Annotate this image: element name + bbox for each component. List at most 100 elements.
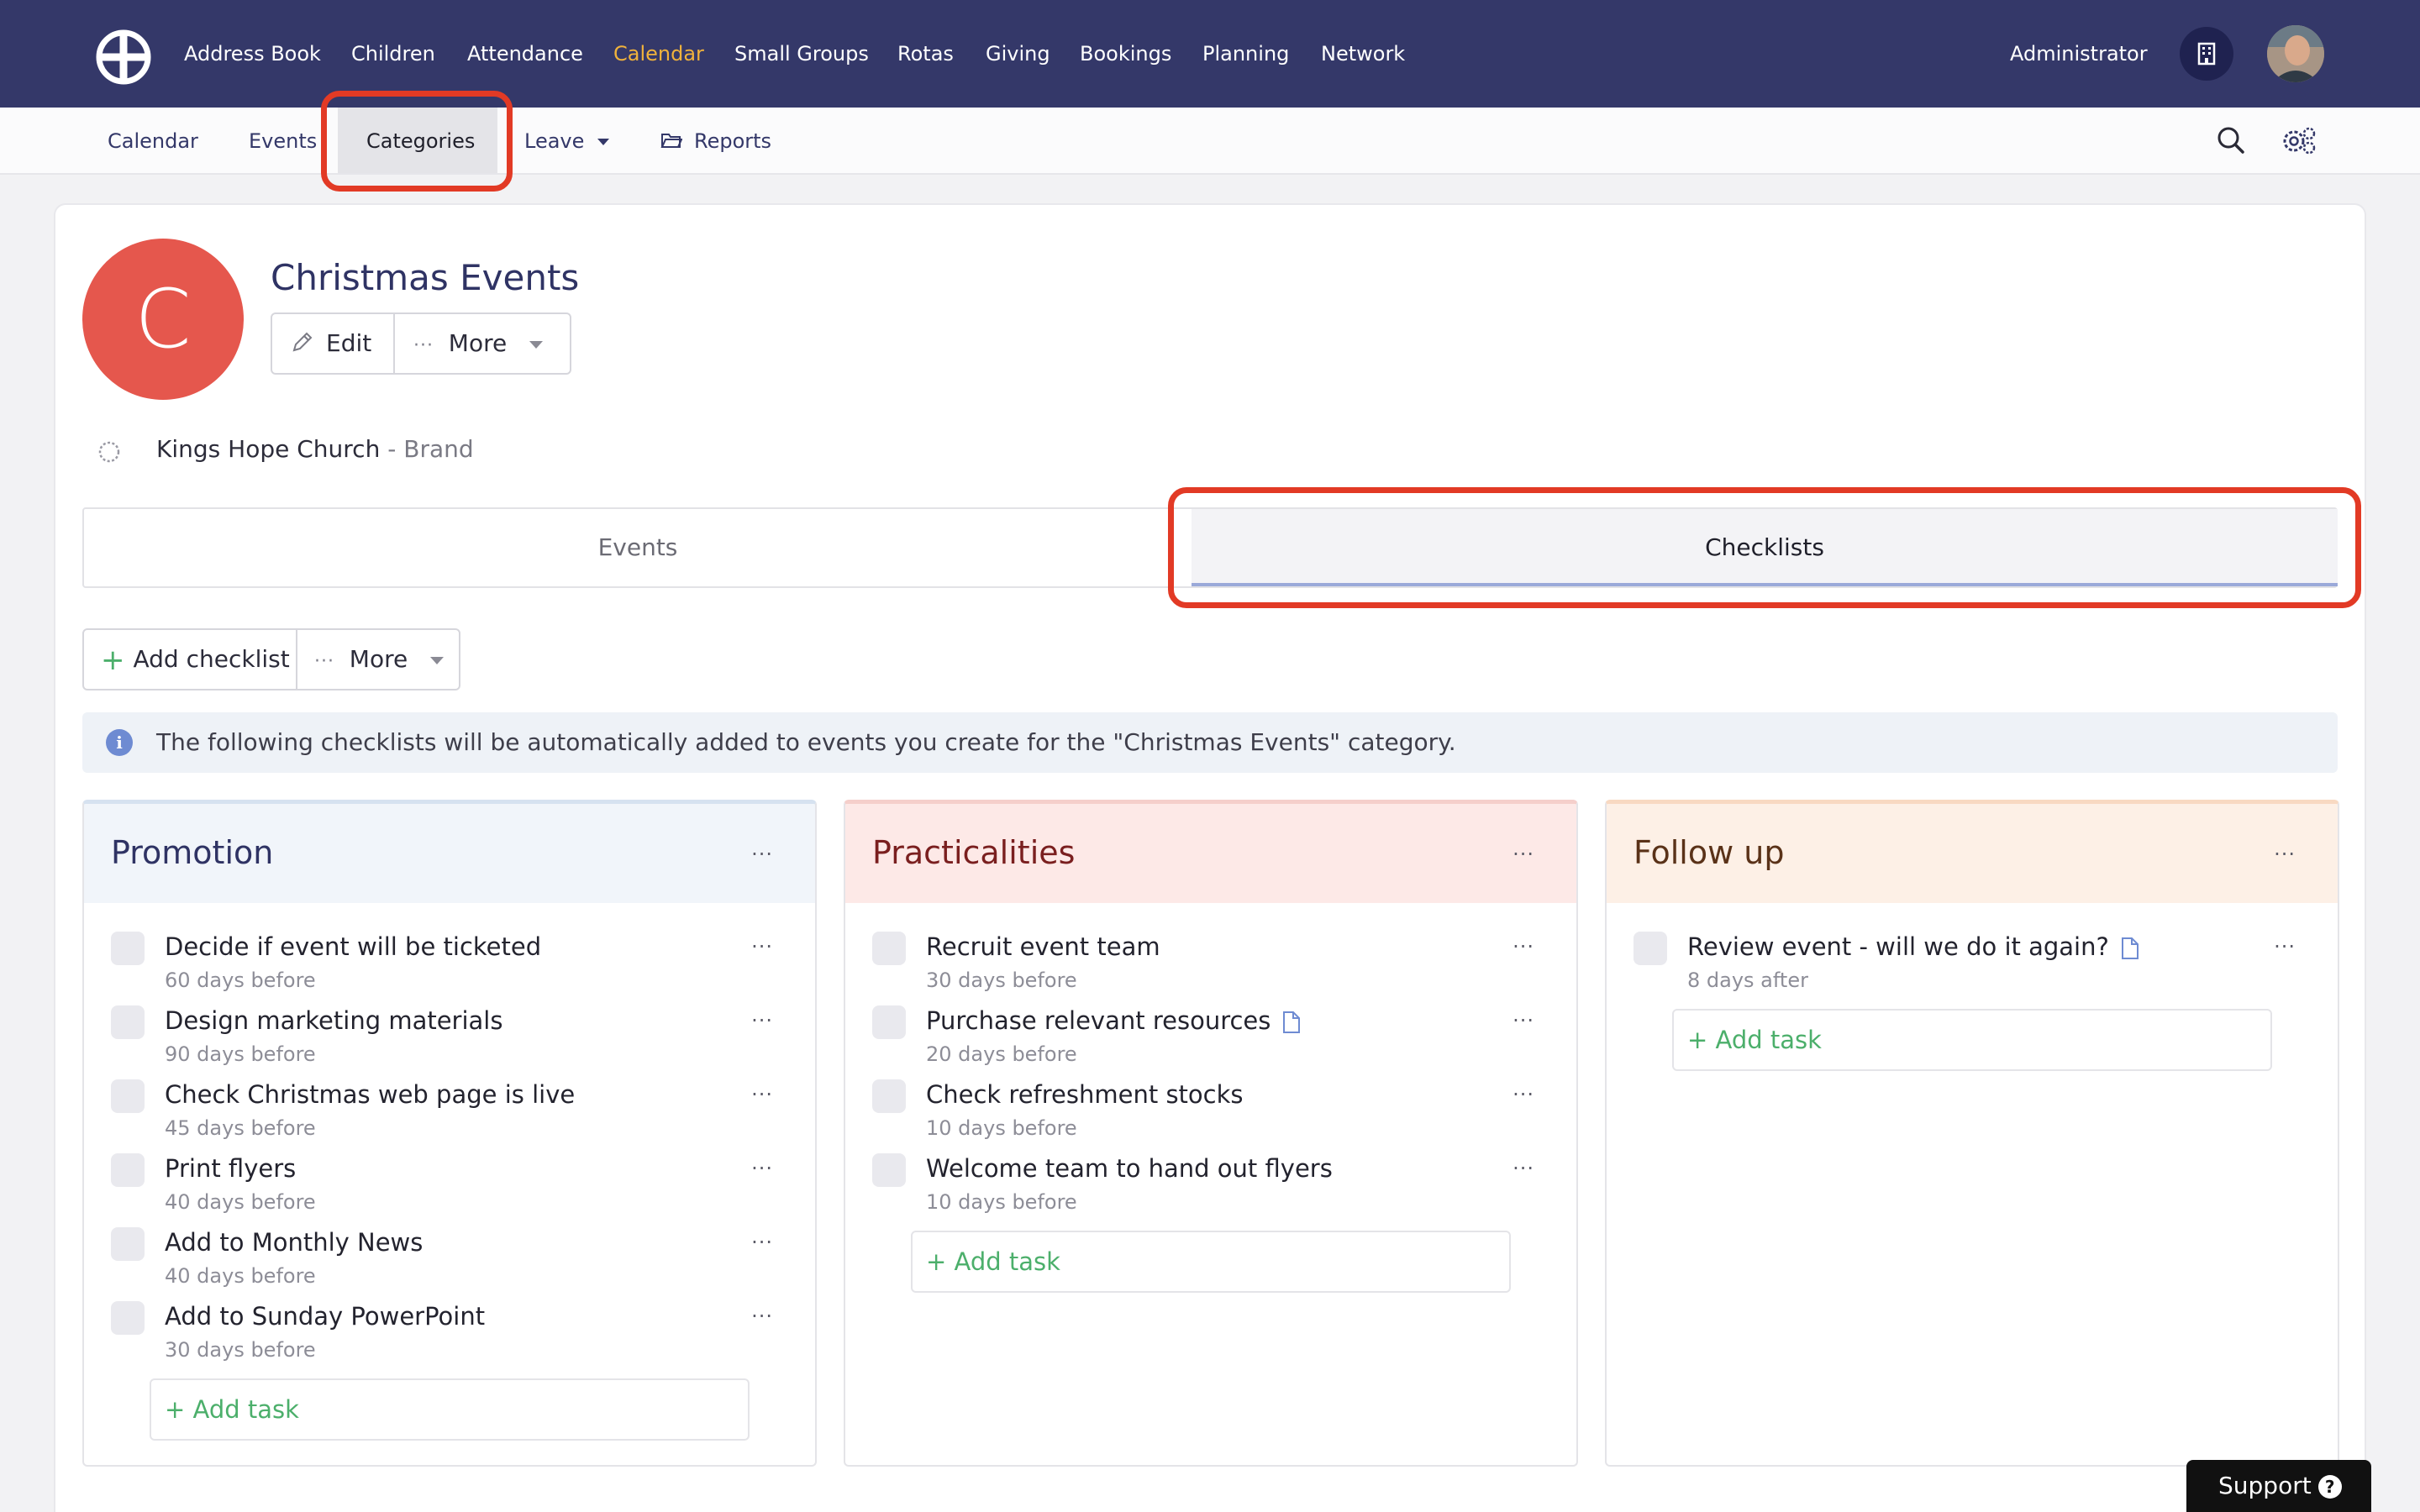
- task-menu-icon[interactable]: ···: [1512, 1157, 1534, 1180]
- subnav-reports[interactable]: Reports: [660, 126, 771, 156]
- nav-children[interactable]: Children: [351, 39, 435, 69]
- settings-gear-icon[interactable]: [2281, 124, 2317, 156]
- task-item: Check Christmas web page is live 45 days…: [84, 1076, 815, 1150]
- document-icon[interactable]: [1282, 1011, 1301, 1034]
- task-item: Decide if event will be ticketed 60 days…: [84, 928, 815, 1002]
- task-checkbox[interactable]: [111, 932, 145, 965]
- task-timing: 20 days before: [926, 1042, 1077, 1066]
- checklist-menu-icon[interactable]: ···: [2274, 843, 2296, 866]
- nav-network[interactable]: Network: [1321, 39, 1405, 69]
- info-message: The following checklists will be automat…: [156, 728, 1456, 756]
- nav-address-book[interactable]: Address Book: [184, 39, 321, 69]
- edit-button-label: Edit: [326, 329, 372, 357]
- task-item: Check refreshment stocks 10 days before …: [845, 1076, 1576, 1150]
- task-name[interactable]: Recruit event team: [926, 930, 1160, 963]
- task-menu-icon[interactable]: ···: [1512, 1083, 1534, 1106]
- task-checkbox[interactable]: [872, 932, 906, 965]
- more-button[interactable]: ··· More: [395, 314, 570, 373]
- task-checkbox[interactable]: [872, 1005, 906, 1039]
- task-item: Review event - will we do it again? 8 da…: [1607, 928, 2338, 1002]
- category-avatar: C: [82, 239, 244, 400]
- checklist-menu-icon[interactable]: ···: [1512, 843, 1534, 866]
- ellipsis-icon: ···: [413, 335, 434, 356]
- tab-checklists[interactable]: Checklists: [1192, 509, 2338, 586]
- task-name[interactable]: Check Christmas web page is live: [165, 1078, 575, 1111]
- help-question-icon: ?: [2317, 1475, 2342, 1499]
- subnav-leave[interactable]: Leave: [524, 126, 610, 156]
- task-menu-icon[interactable]: ···: [751, 1305, 773, 1328]
- add-task-button[interactable]: + Add task: [911, 1231, 1511, 1293]
- chevron-down-icon: [429, 656, 444, 664]
- subnav-events[interactable]: Events: [249, 126, 317, 156]
- task-name-row[interactable]: Review event - will we do it again?: [1687, 930, 2139, 963]
- task-name[interactable]: Design marketing materials: [165, 1004, 502, 1037]
- task-menu-icon[interactable]: ···: [751, 935, 773, 958]
- task-timing: 40 days before: [165, 1190, 316, 1214]
- nav-giving[interactable]: Giving: [986, 39, 1050, 69]
- document-icon[interactable]: [2121, 937, 2139, 960]
- task-name[interactable]: Print flyers: [165, 1152, 296, 1185]
- top-navbar: Address Book Children Attendance Calenda…: [0, 0, 2420, 108]
- checklist-column-promotion: Promotion ··· Decide if event will be ti…: [82, 800, 817, 1467]
- task-item: Add to Sunday PowerPoint 30 days before …: [84, 1298, 815, 1372]
- checklist-menu-icon[interactable]: ···: [751, 843, 773, 866]
- add-task-button[interactable]: + Add task: [1672, 1009, 2272, 1071]
- ellipsis-icon: ···: [314, 651, 334, 672]
- brand-line: Kings Hope Church - Brand: [156, 435, 474, 463]
- task-menu-icon[interactable]: ···: [1512, 935, 1534, 958]
- tab-events[interactable]: Events: [84, 509, 1192, 586]
- organisation-button[interactable]: [2180, 27, 2233, 81]
- task-name[interactable]: Add to Sunday PowerPoint: [165, 1299, 485, 1333]
- subnav-calendar[interactable]: Calendar: [108, 126, 198, 156]
- checklist-header: Practicalities ···: [845, 804, 1576, 903]
- nav-attendance[interactable]: Attendance: [467, 39, 583, 69]
- subnav-categories[interactable]: Categories: [366, 126, 475, 156]
- checklist-more-button[interactable]: ··· More: [297, 630, 459, 689]
- task-name[interactable]: Add to Monthly News: [165, 1226, 423, 1259]
- plus-icon: +: [101, 643, 125, 677]
- task-timing: 45 days before: [165, 1116, 316, 1140]
- user-avatar[interactable]: [2267, 25, 2324, 82]
- task-checkbox[interactable]: [111, 1227, 145, 1261]
- task-checkbox[interactable]: [872, 1079, 906, 1113]
- checklist-title: Follow up: [1634, 834, 1785, 871]
- sub-navbar: Calendar Events Categories Leave Reports: [0, 108, 2420, 175]
- task-checkbox[interactable]: [111, 1079, 145, 1113]
- nav-planning[interactable]: Planning: [1202, 39, 1289, 69]
- task-checkbox[interactable]: [111, 1005, 145, 1039]
- task-item: Add to Monthly News 40 days before ···: [84, 1224, 815, 1298]
- task-menu-icon[interactable]: ···: [751, 1231, 773, 1254]
- task-checkbox[interactable]: [111, 1153, 145, 1187]
- app-logo-icon[interactable]: [94, 28, 153, 87]
- task-menu-icon[interactable]: ···: [1512, 1009, 1534, 1032]
- info-icon: i: [106, 729, 133, 756]
- search-icon[interactable]: [2217, 126, 2245, 155]
- task-name: Review event - will we do it again?: [1687, 932, 2109, 961]
- user-role-label[interactable]: Administrator: [2010, 39, 2148, 69]
- task-timing: 8 days after: [1687, 969, 1808, 992]
- task-menu-icon[interactable]: ···: [2274, 935, 2296, 958]
- nav-calendar[interactable]: Calendar: [613, 39, 704, 69]
- task-menu-icon[interactable]: ···: [751, 1157, 773, 1180]
- chevron-down-icon: [597, 139, 610, 145]
- task-name[interactable]: Decide if event will be ticketed: [165, 930, 541, 963]
- checklist-column-follow-up: Follow up ··· Review event - will we do …: [1605, 800, 2339, 1467]
- add-checklist-button[interactable]: + Add checklist: [84, 630, 296, 689]
- nav-rotas[interactable]: Rotas: [897, 39, 954, 69]
- task-name[interactable]: Check refreshment stocks: [926, 1078, 1244, 1111]
- task-name[interactable]: Welcome team to hand out flyers: [926, 1152, 1333, 1185]
- page-title: Christmas Events: [271, 257, 580, 298]
- task-menu-icon[interactable]: ···: [751, 1009, 773, 1032]
- add-task-button[interactable]: + Add task: [150, 1378, 750, 1441]
- support-button[interactable]: Support?: [2186, 1460, 2371, 1512]
- task-item: Recruit event team 30 days before ···: [845, 928, 1576, 1002]
- nav-small-groups[interactable]: Small Groups: [734, 39, 869, 69]
- task-menu-icon[interactable]: ···: [751, 1083, 773, 1106]
- task-checkbox[interactable]: [872, 1153, 906, 1187]
- task-checkbox[interactable]: [1634, 932, 1667, 965]
- task-name-row[interactable]: Purchase relevant resources: [926, 1004, 1301, 1037]
- nav-bookings[interactable]: Bookings: [1080, 39, 1171, 69]
- brand-name[interactable]: Kings Hope Church: [156, 435, 380, 463]
- edit-button[interactable]: Edit: [272, 314, 393, 373]
- task-checkbox[interactable]: [111, 1301, 145, 1335]
